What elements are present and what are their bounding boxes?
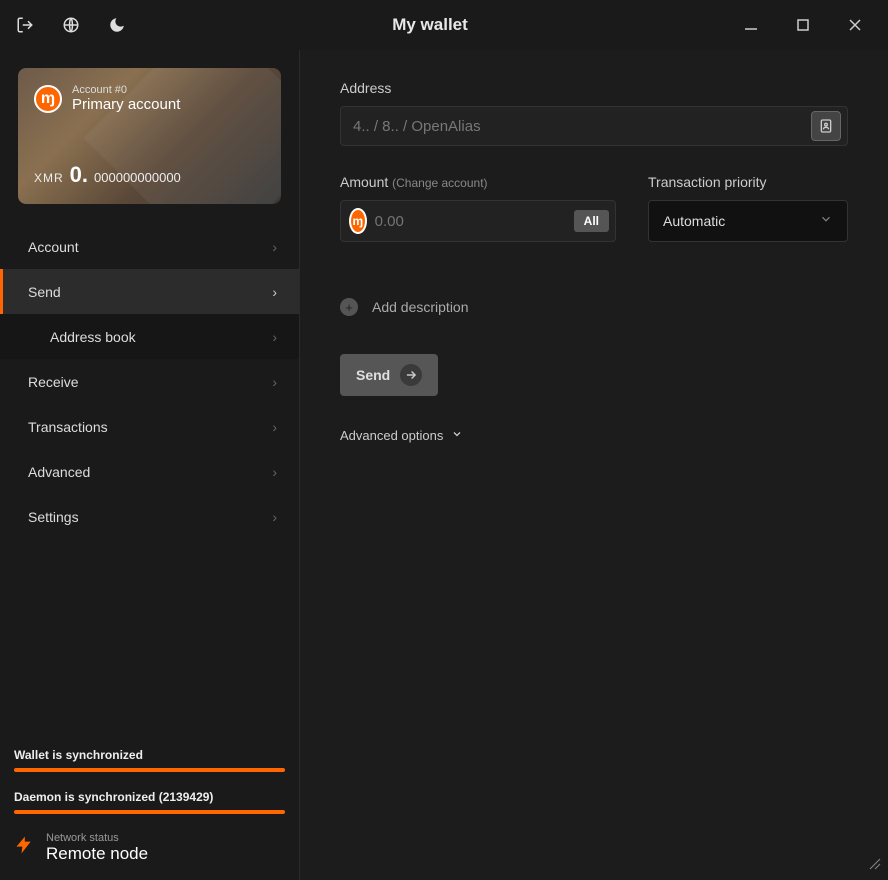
- logout-icon[interactable]: [14, 14, 36, 36]
- network-status-label: Network status: [46, 832, 148, 844]
- address-label: Address: [340, 80, 848, 96]
- chevron-down-icon: [819, 212, 833, 231]
- nav-label: Send: [28, 284, 61, 300]
- nav-item-transactions[interactable]: Transactions ›: [0, 404, 299, 449]
- nav-item-settings[interactable]: Settings ›: [0, 494, 299, 539]
- chevron-right-icon: ›: [272, 284, 277, 300]
- nav-label: Transactions: [28, 419, 108, 435]
- nav-label: Address book: [50, 329, 136, 345]
- nav-label: Account: [28, 239, 79, 255]
- chevron-right-icon: ›: [272, 464, 277, 480]
- amount-label: Amount (Change account): [340, 174, 616, 190]
- plus-circle-icon: +: [340, 298, 358, 316]
- monero-logo-icon: ɱ: [349, 208, 367, 234]
- amount-input-wrap: ɱ All: [340, 200, 616, 242]
- maximize-button[interactable]: [784, 8, 822, 42]
- wallet-sync-status: Wallet is synchronized: [14, 748, 285, 762]
- daemon-sync-bar: [14, 810, 285, 814]
- moon-icon[interactable]: [106, 14, 128, 36]
- nav-item-account[interactable]: Account ›: [0, 224, 299, 269]
- amount-all-button[interactable]: All: [574, 210, 609, 232]
- chevron-right-icon: ›: [272, 239, 277, 255]
- amount-input[interactable]: [375, 213, 574, 230]
- advanced-options-toggle[interactable]: Advanced options: [340, 428, 848, 443]
- account-name: Primary account: [72, 96, 180, 113]
- balance-currency: XMR: [34, 171, 64, 185]
- send-button-label: Send: [356, 367, 390, 383]
- chevron-down-icon: [451, 428, 463, 443]
- priority-select[interactable]: Automatic: [648, 200, 848, 242]
- nav-label: Settings: [28, 509, 79, 525]
- change-account-link[interactable]: (Change account): [392, 176, 487, 190]
- arrow-right-circle-icon: [400, 364, 422, 386]
- nav-item-advanced[interactable]: Advanced ›: [0, 449, 299, 494]
- nav-label: Receive: [28, 374, 79, 390]
- add-description-button[interactable]: + Add description: [340, 298, 848, 316]
- close-button[interactable]: [836, 8, 874, 42]
- chevron-right-icon: ›: [272, 419, 277, 435]
- minimize-button[interactable]: [732, 8, 770, 42]
- address-input-wrap: [340, 106, 848, 146]
- nav-label: Advanced: [28, 464, 90, 480]
- balance-decimal: 000000000000: [94, 170, 181, 185]
- resize-grip-icon[interactable]: [868, 857, 882, 874]
- chevron-right-icon: ›: [272, 329, 277, 345]
- monero-logo-icon: ɱ: [34, 85, 62, 113]
- send-button[interactable]: Send: [340, 354, 438, 396]
- lightning-icon: [14, 832, 34, 864]
- nav-item-receive[interactable]: Receive ›: [0, 359, 299, 404]
- add-description-label: Add description: [372, 299, 469, 315]
- chevron-right-icon: ›: [272, 509, 277, 525]
- address-book-button[interactable]: [811, 111, 841, 141]
- address-input[interactable]: [353, 118, 811, 135]
- network-status-value: Remote node: [46, 844, 148, 864]
- account-card[interactable]: ɱ Account #0 Primary account XMR 0. 0000…: [18, 68, 281, 204]
- account-number: Account #0: [72, 84, 180, 96]
- globe-icon[interactable]: [60, 14, 82, 36]
- priority-value: Automatic: [663, 213, 819, 229]
- chevron-right-icon: ›: [272, 374, 277, 390]
- amount-label-text: Amount: [340, 174, 388, 190]
- balance-integer: 0.: [70, 162, 88, 188]
- daemon-sync-status: Daemon is synchronized (2139429): [14, 790, 285, 804]
- window-title: My wallet: [128, 15, 732, 35]
- wallet-sync-bar: [14, 768, 285, 772]
- nav-item-send[interactable]: Send ›: [0, 269, 299, 314]
- advanced-options-label: Advanced options: [340, 428, 443, 443]
- nav-item-address-book[interactable]: Address book ›: [0, 314, 299, 359]
- priority-label: Transaction priority: [648, 174, 848, 190]
